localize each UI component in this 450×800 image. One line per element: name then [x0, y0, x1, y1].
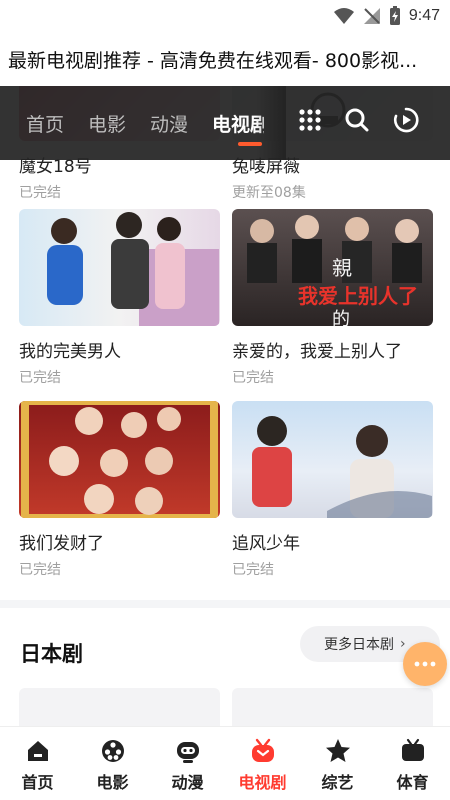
card-status: 已完结 [19, 370, 61, 386]
poster-image [232, 401, 433, 518]
bottom-nav-label: 首页 [21, 773, 54, 792]
tab-movies[interactable]: 电影 [88, 110, 126, 137]
card-status: 已完结 [19, 562, 61, 578]
drama-card-placeholder[interactable] [232, 688, 433, 726]
bottom-nav-label: 电影 [96, 773, 129, 792]
bottom-nav-movies[interactable]: 电影 [75, 727, 150, 800]
wifi-icon [333, 8, 354, 24]
more-dots-icon [414, 661, 436, 667]
tv-icon [251, 738, 274, 762]
tab-home[interactable]: 首页 [26, 110, 64, 137]
drama-section: 魔女18号 已完结 兔唛屏薇 更新至08集 我的完美男人 已完结 親 我爱上别人… [0, 86, 450, 600]
poster-text: 我爱上别人了 [298, 284, 418, 308]
bottom-nav-home[interactable]: 首页 [0, 727, 75, 800]
play-history-icon[interactable] [393, 107, 419, 133]
drama-card[interactable]: 親 我爱上别人了 的 亲爱的，我爱上别人了 已完结 [232, 209, 433, 386]
bottom-nav-label: 动漫 [171, 773, 204, 792]
poster-text: 的 [332, 309, 350, 326]
poster-image [19, 401, 220, 518]
status-time: 9:47 [408, 7, 440, 24]
card-title: 追风少年 [232, 534, 300, 554]
grid-icon[interactable] [297, 107, 323, 133]
content-area[interactable]: 魔女18号 已完结 兔唛屏薇 更新至08集 我的完美男人 已完结 親 我爱上别人… [0, 86, 450, 726]
status-icons: 9:47 [333, 5, 440, 27]
bottom-nav-anime[interactable]: 动漫 [150, 727, 225, 800]
card-status: 已完结 [232, 370, 274, 386]
film-reel-icon [101, 740, 124, 762]
active-tab-indicator [238, 142, 262, 146]
category-nav: 首页 电影 动漫 电视剧 [0, 86, 450, 160]
floating-menu-button[interactable] [403, 642, 447, 686]
card-status: 已完结 [19, 185, 61, 201]
bottom-nav-label: 电视剧 [238, 773, 287, 792]
card-status: 已完结 [232, 562, 274, 578]
bottom-nav-variety[interactable]: 综艺 [300, 727, 375, 800]
search-icon[interactable] [344, 107, 370, 133]
card-title: 亲爱的，我爱上别人了 [232, 342, 402, 362]
bottom-nav: 首页 电影 动漫 电视剧 综艺 体育 [0, 726, 450, 800]
star-icon [325, 739, 350, 762]
card-title: 我们发财了 [19, 534, 104, 554]
page-title: 最新电视剧推荐 - 高清免费在线观看- 800影视... [8, 49, 418, 72]
drama-card[interactable]: 我们发财了 已完结 [19, 401, 220, 578]
section-title: 日本剧 [20, 642, 83, 666]
bottom-nav-label: 综艺 [321, 773, 354, 792]
drama-card-placeholder[interactable] [19, 688, 220, 726]
poster-image [19, 209, 220, 326]
card-status: 更新至08集 [232, 185, 306, 201]
japanese-drama-section: 日本剧 更多日本剧 › [0, 608, 450, 726]
poster-text: 親 [332, 256, 352, 280]
battery-charging-icon [389, 6, 400, 25]
tab-anime[interactable]: 动漫 [150, 110, 188, 137]
status-bar: 9:47 [0, 0, 450, 32]
anime-face-icon [176, 742, 199, 763]
bottom-nav-label: 体育 [396, 773, 429, 792]
bottom-nav-tv-series[interactable]: 电视剧 [225, 727, 300, 800]
bottom-nav-sports[interactable]: 体育 [375, 727, 450, 800]
no-signal-icon [363, 8, 380, 24]
drama-card[interactable]: 追风少年 已完结 [232, 401, 433, 578]
tab-fade [256, 86, 286, 160]
home-icon [27, 741, 48, 761]
chevron-right-icon: › [400, 636, 406, 652]
card-title: 我的完美男人 [19, 342, 121, 362]
more-button-label: 更多日本剧 [324, 637, 394, 653]
sports-tv-icon [401, 738, 424, 761]
category-tabs: 首页 电影 动漫 电视剧 [26, 110, 264, 137]
drama-card[interactable]: 我的完美男人 已完结 [19, 209, 220, 386]
title-bar: 最新电视剧推荐 - 高清免费在线观看- 800影视... [0, 32, 450, 86]
poster-image: 親 我爱上别人了 的 [232, 209, 433, 326]
